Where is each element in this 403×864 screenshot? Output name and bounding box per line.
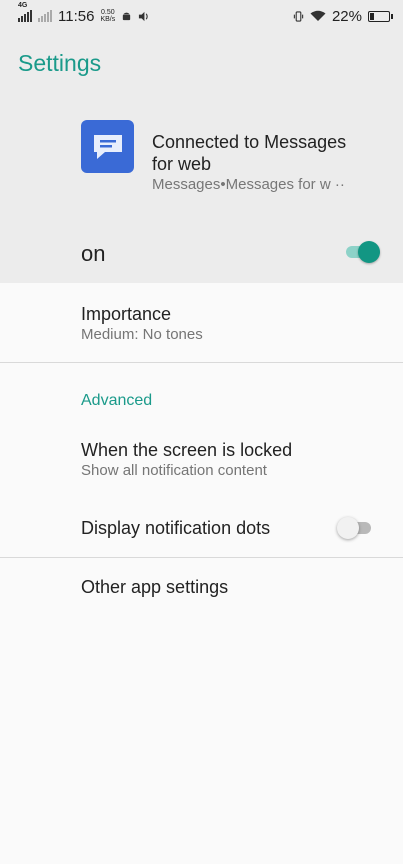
lock-screen-title: When the screen is locked (81, 440, 293, 460)
channel-header: Connected to Messages for web Messages•M… (0, 98, 403, 283)
toggle-thumb (358, 241, 380, 263)
signal-dim-icon (38, 10, 52, 22)
battery-fill (370, 12, 374, 20)
advanced-section-header: Advanced (81, 392, 153, 409)
master-toggle-switch[interactable] (344, 240, 382, 264)
notification-dots-switch[interactable] (337, 516, 375, 540)
wifi-icon (310, 10, 326, 21)
vibrate-icon (293, 10, 304, 22)
signal-icon: 4G (18, 2, 32, 22)
speed-value: 0.50 (101, 9, 115, 16)
status-bar-left: 4G 11:56 0.50 KB/s (18, 2, 149, 25)
android-icon (123, 12, 131, 20)
status-bar-right: 22% (293, 8, 393, 25)
notification-dots-title: Display notification dots (81, 518, 271, 538)
clock: 11:56 (58, 7, 95, 25)
divider (0, 362, 403, 363)
other-app-settings-title: Other app settings (81, 577, 229, 597)
network-speed: 0.50 KB/s (100, 9, 115, 23)
battery-icon (368, 10, 393, 22)
channel-subtitle: Messages•Messages for w ·· (152, 176, 345, 193)
messages-app-icon (81, 120, 134, 173)
importance-value: Medium: No tones (81, 326, 203, 343)
channel-title: Connected to Messages for web (152, 132, 347, 174)
speed-unit: KB/s (100, 16, 116, 23)
status-bar: 4G 11:56 0.50 KB/s 22% (0, 0, 403, 32)
toggle-thumb (337, 517, 359, 539)
master-toggle-label: on (81, 241, 106, 266)
battery-percent: 22% (331, 7, 362, 25)
page-title: Settings (18, 50, 102, 76)
app-bar: Settings (0, 32, 403, 98)
importance-title: Importance (81, 304, 172, 324)
importance-row[interactable] (0, 283, 403, 362)
sound-icon (139, 11, 148, 21)
network-type: 4G (18, 2, 28, 9)
lock-screen-row[interactable] (0, 426, 403, 496)
lock-screen-value: Show all notification content (81, 462, 267, 479)
